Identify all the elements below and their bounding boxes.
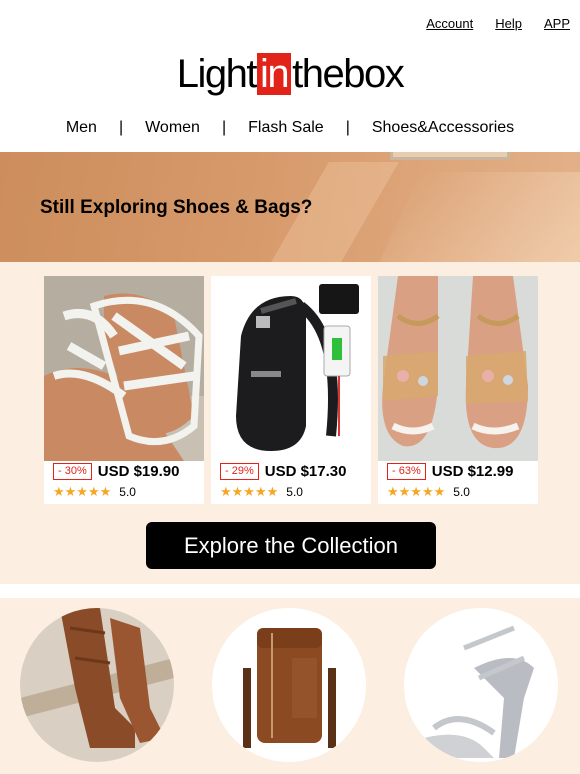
price-row: - 63% USD $12.99 xyxy=(387,463,513,480)
price: USD $19.90 xyxy=(97,463,180,480)
category-section xyxy=(0,598,580,774)
promo-banner[interactable]: Still Exploring Shoes & Bags? xyxy=(0,152,580,262)
price: USD $12.99 xyxy=(431,463,514,480)
product-image-white-sandals[interactable] xyxy=(44,276,204,461)
category-heels-image[interactable] xyxy=(404,608,558,762)
nav-separator: | xyxy=(118,119,124,136)
help-link[interactable]: Help xyxy=(495,16,522,31)
rating-value: 5.0 xyxy=(119,485,136,499)
category-boots-image[interactable] xyxy=(20,608,174,762)
brand-logo[interactable]: Light in thebox xyxy=(0,52,580,96)
price: USD $17.30 xyxy=(264,463,347,480)
product-image-sling-bag[interactable] xyxy=(211,276,371,461)
banner-light xyxy=(379,172,580,262)
nav-men[interactable]: Men xyxy=(66,119,97,137)
app-link[interactable]: APP xyxy=(544,16,570,31)
rating-row: ★★★★★ 5.0 xyxy=(53,484,136,500)
star-rating-icon: ★★★★★ xyxy=(53,484,112,499)
section-divider xyxy=(0,584,580,598)
rating-row: ★★★★★ 5.0 xyxy=(387,484,470,500)
product-card[interactable]: - 29% USD $17.30 ★★★★★ 5.0 xyxy=(211,276,371,504)
product-card[interactable]: - 63% USD $12.99 ★★★★★ 5.0 xyxy=(378,276,538,504)
price-row: - 29% USD $17.30 xyxy=(220,463,346,480)
nav-flash-sale[interactable]: Flash Sale xyxy=(248,119,324,137)
explore-collection-button[interactable]: Explore the Collection xyxy=(146,522,436,569)
products-section: - 30% USD $19.90 ★★★★★ 5.0 - 29% USD $17… xyxy=(0,262,580,584)
nav-women[interactable]: Women xyxy=(145,119,200,137)
banner-title: Still Exploring Shoes & Bags? xyxy=(40,197,313,218)
star-rating-icon: ★★★★★ xyxy=(387,484,446,499)
nav-separator: | xyxy=(221,119,227,136)
nav-shoes-accessories[interactable]: Shoes&Accessories xyxy=(372,119,514,137)
discount-badge: - 30% xyxy=(53,463,92,480)
price-row: - 30% USD $19.90 xyxy=(53,463,179,480)
main-nav: Men | Women | Flash Sale | Shoes&Accesso… xyxy=(0,119,580,137)
top-links: Account Help APP xyxy=(426,16,570,31)
rating-row: ★★★★★ 5.0 xyxy=(220,484,303,500)
star-rating-icon: ★★★★★ xyxy=(220,484,279,499)
account-link[interactable]: Account xyxy=(426,16,473,31)
product-image-jeweled-sandals[interactable] xyxy=(378,276,538,461)
logo-text-thebox: thebox xyxy=(292,52,405,96)
logo-text-in: in xyxy=(257,53,292,95)
product-card[interactable]: - 30% USD $19.90 ★★★★★ 5.0 xyxy=(44,276,204,504)
discount-badge: - 63% xyxy=(387,463,426,480)
discount-badge: - 29% xyxy=(220,463,259,480)
nav-separator: | xyxy=(345,119,350,136)
logo-text-light: Light xyxy=(176,52,258,96)
banner-picture-frame xyxy=(390,152,510,160)
category-bag-image[interactable] xyxy=(212,608,366,762)
rating-value: 5.0 xyxy=(286,485,303,499)
rating-value: 5.0 xyxy=(453,485,470,499)
